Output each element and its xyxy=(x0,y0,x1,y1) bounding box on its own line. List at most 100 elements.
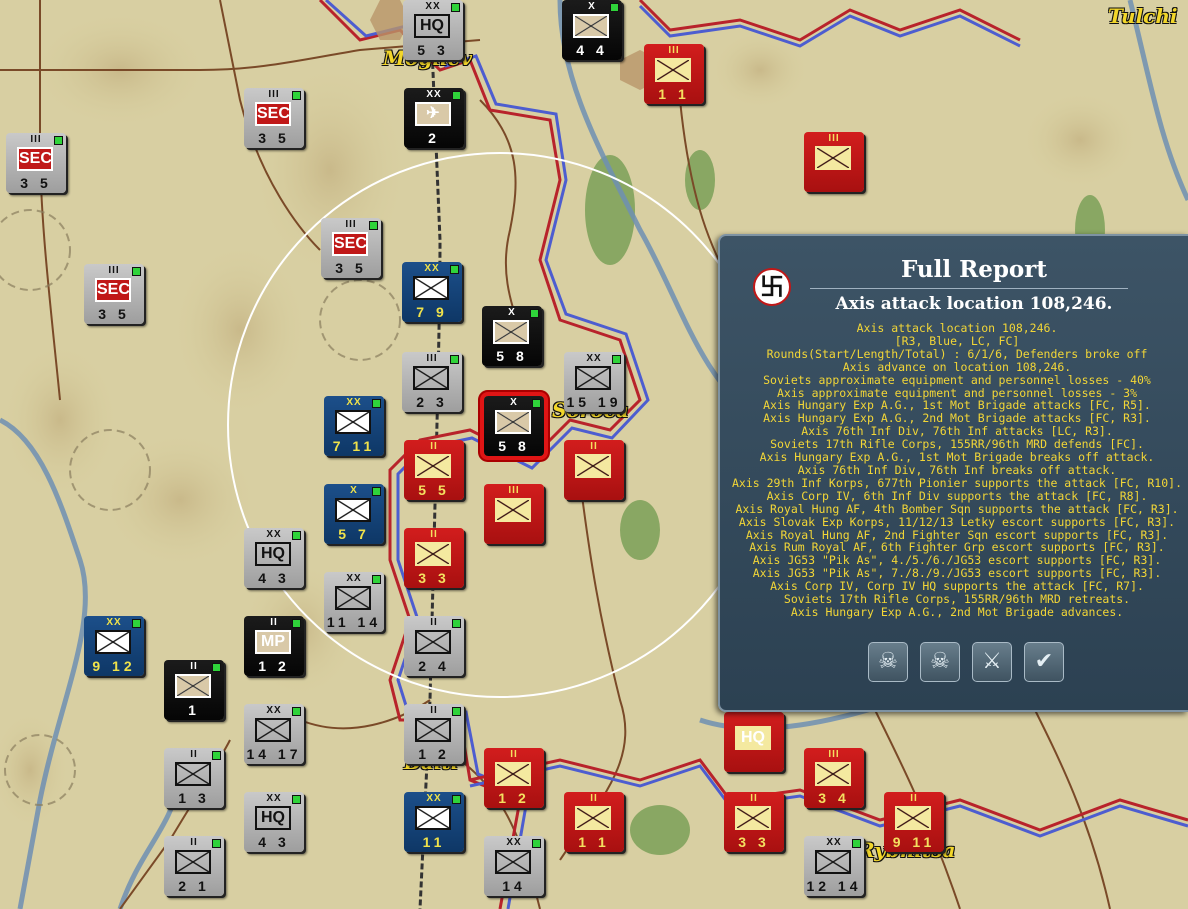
defender-losses-button[interactable]: ☠ xyxy=(868,642,908,682)
unit-status-indicator xyxy=(212,839,221,848)
unit-strength-label: 1 2 xyxy=(418,746,450,762)
unit-size-label: II xyxy=(510,749,518,760)
infantry-symbol-icon xyxy=(415,542,451,566)
unit-strength-label: 5 7 xyxy=(338,526,370,542)
close-report-button[interactable]: ✔ xyxy=(1024,642,1064,682)
unit-status-indicator xyxy=(450,265,459,274)
infantry-symbol-icon xyxy=(495,850,531,874)
infantry-symbol-icon xyxy=(255,718,291,742)
soviet-unit-counter[interactable]: II 3 3 xyxy=(724,792,784,852)
unit-size-label: III xyxy=(508,485,520,496)
axis-unit-counter[interactable]: II 1 2 xyxy=(404,704,464,764)
soviet-unit-counter[interactable]: III xyxy=(484,484,544,544)
infantry-symbol-icon xyxy=(413,366,449,390)
unit-type-label: SEC xyxy=(332,232,368,256)
unit-size-label: II xyxy=(750,793,758,804)
unit-strength-label: 14 xyxy=(502,878,526,894)
unit-strength-label: 3 4 xyxy=(818,790,850,806)
axis-unit-counter[interactable]: III 2 3 xyxy=(402,352,462,412)
axis-unit-counter[interactable]: XX 15 19 xyxy=(564,352,624,412)
combat-log-line: Axis Hungary Exp A.G., 2nd Mot Brigade a… xyxy=(790,604,1124,619)
axis-unit-counter[interactable]: II 1 xyxy=(164,660,224,720)
combat-details-button[interactable]: ⚔ xyxy=(972,642,1012,682)
unit-status-indicator xyxy=(530,309,539,318)
unit-type-label: HQ xyxy=(255,542,291,566)
combat-log-line: Axis 29th Inf Korps, 677th Pionier suppo… xyxy=(731,475,1183,490)
soviet-unit-counter[interactable]: III 1 1 xyxy=(644,44,704,104)
axis-unit-counter[interactable]: XX 9 12 xyxy=(84,616,144,676)
unit-strength-label: 1 1 xyxy=(658,86,690,102)
axis-unit-counter[interactable]: X5 8 xyxy=(482,306,542,366)
unit-strength-label: 5 5 xyxy=(418,482,450,498)
infantry-symbol-icon xyxy=(335,498,371,522)
axis-unit-counter[interactable]: X4 4 xyxy=(562,0,622,60)
unit-size-label: III xyxy=(828,133,840,144)
soviet-unit-counter[interactable]: III 3 4 xyxy=(804,748,864,808)
axis-unit-counter[interactable]: XX 12 14 xyxy=(804,836,864,896)
axis-unit-counter[interactable]: II 1 3 xyxy=(164,748,224,808)
axis-unit-counter[interactable]: II MP 1 2 xyxy=(244,616,304,676)
infantry-symbol-icon xyxy=(495,762,531,786)
infantry-symbol-icon xyxy=(95,630,131,654)
axis-unit-counter[interactable]: II 2 1 xyxy=(164,836,224,896)
attacker-losses-button[interactable]: ☠ xyxy=(920,642,960,682)
unit-type-label: SEC xyxy=(95,278,131,302)
unit-strength-label: 9 11 xyxy=(892,834,936,850)
axis-unit-counter[interactable]: X5 8 xyxy=(484,396,544,456)
axis-unit-counter[interactable]: III SEC 3 5 xyxy=(84,264,144,324)
unit-type-label: SEC xyxy=(17,147,53,171)
axis-unit-counter[interactable]: III SEC 3 5 xyxy=(6,133,66,193)
combat-log: Axis attack location 108,246. [R3, Blue, … xyxy=(726,322,1188,619)
axis-unit-counter[interactable]: XX HQ 4 3 xyxy=(244,792,304,852)
unit-size-label: III xyxy=(828,749,840,760)
unit-type-label: HQ xyxy=(735,726,771,750)
unit-status-indicator xyxy=(372,575,381,584)
axis-unit-counter[interactable]: XX HQ 5 3 xyxy=(403,0,463,60)
soviet-unit-counter[interactable]: HQ xyxy=(724,712,784,772)
sword-skull-icon: ☠ xyxy=(930,649,950,674)
unit-size-label: III xyxy=(668,45,680,56)
axis-unit-counter[interactable]: III SEC 3 5 xyxy=(321,218,381,278)
unit-strength-label: 3 5 xyxy=(98,306,130,322)
combat-log-line: Soviets 17th Rifle Corps, 155RR/96th MRD… xyxy=(783,592,1131,607)
unit-size-label: II xyxy=(430,529,438,540)
unit-status-indicator xyxy=(292,707,301,716)
infantry-symbol-icon xyxy=(815,146,851,170)
axis-unit-counter[interactable]: II 2 4 xyxy=(404,616,464,676)
unit-strength-label: 3 5 xyxy=(258,130,290,146)
unit-status-indicator xyxy=(212,663,221,672)
axis-unit-counter[interactable]: XX 14 17 xyxy=(244,704,304,764)
unit-strength-label: 1 xyxy=(188,702,200,718)
axis-unit-counter[interactable]: III SEC 3 5 xyxy=(244,88,304,148)
combat-log-line: Soviets approximate equipment and person… xyxy=(763,372,1151,387)
soviet-unit-counter[interactable]: II 1 1 xyxy=(564,792,624,852)
unit-status-indicator xyxy=(452,91,461,100)
axis-unit-counter[interactable]: XX 7 9 xyxy=(402,262,462,322)
axis-unit-counter[interactable]: XX 11 14 xyxy=(324,572,384,632)
unit-status-indicator xyxy=(451,3,460,12)
unit-status-indicator xyxy=(532,839,541,848)
full-report-panel: 卐 Full Report Axis attack location 108,2… xyxy=(718,234,1188,712)
axis-unit-counter[interactable]: XX ✈ 2 xyxy=(404,88,464,148)
soviet-unit-counter[interactable]: III xyxy=(804,132,864,192)
unit-size-label: II xyxy=(590,441,598,452)
unit-status-indicator xyxy=(852,839,861,848)
soviet-unit-counter[interactable]: II 5 5 xyxy=(404,440,464,500)
soviet-unit-counter[interactable]: II xyxy=(564,440,624,500)
axis-unit-counter[interactable]: XX 14 xyxy=(484,836,544,896)
unit-strength-label: 1 3 xyxy=(178,790,210,806)
infantry-symbol-icon xyxy=(895,806,931,830)
infantry-symbol-icon xyxy=(175,674,211,698)
axis-unit-counter[interactable]: X5 7 xyxy=(324,484,384,544)
axis-unit-counter[interactable]: XX HQ 4 3 xyxy=(244,528,304,588)
soviet-unit-counter[interactable]: II 9 11 xyxy=(884,792,944,852)
axis-unit-counter[interactable]: XX 7 11 xyxy=(324,396,384,456)
soviet-unit-counter[interactable]: II 1 2 xyxy=(484,748,544,808)
soviet-unit-counter[interactable]: II 3 3 xyxy=(404,528,464,588)
unit-strength-label: 12 14 xyxy=(806,878,862,894)
report-title: Full Report xyxy=(900,256,1048,283)
unit-status-indicator xyxy=(292,531,301,540)
infantry-symbol-icon xyxy=(735,806,771,830)
unit-strength-label: 1 2 xyxy=(498,790,530,806)
axis-unit-counter[interactable]: XX 11 xyxy=(404,792,464,852)
